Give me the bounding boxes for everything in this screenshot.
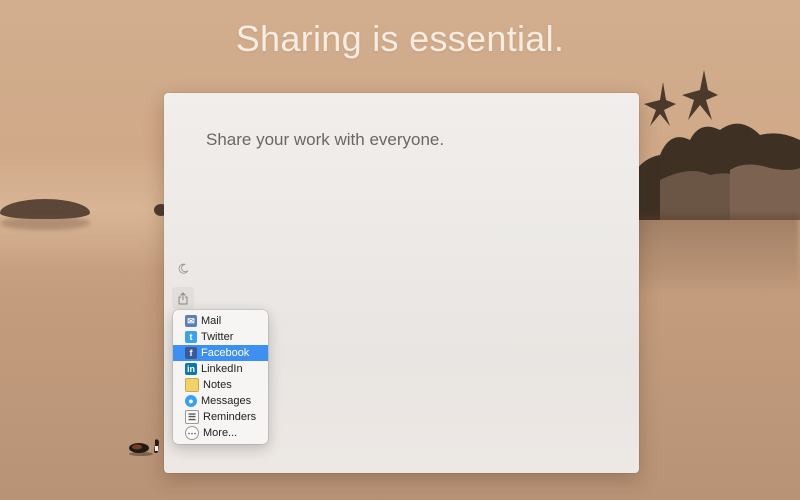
duck: [129, 439, 159, 456]
rock-left-reflection: [0, 216, 90, 230]
messages-icon: ●: [185, 395, 197, 407]
share-menu: ✉ Mail t Twitter f Facebook in LinkedIn Notes ● Me…: [173, 310, 268, 444]
share-menu-item-facebook[interactable]: f Facebook: [173, 345, 268, 361]
share-menu-item-label: Messages: [201, 395, 252, 407]
twitter-icon: t: [185, 331, 197, 343]
reminders-icon: ☰: [185, 410, 199, 424]
headline: Sharing is essential.: [235, 18, 565, 59]
share-menu-item-label: Mail: [201, 315, 222, 327]
linkedin-icon: in: [185, 363, 197, 375]
facebook-icon: f: [185, 347, 197, 359]
notes-icon: [185, 378, 199, 392]
moon-icon[interactable]: [174, 259, 192, 277]
share-menu-item-messages[interactable]: ● Messages: [173, 393, 268, 409]
share-menu-item-notes[interactable]: Notes: [173, 377, 268, 393]
share-menu-item-more[interactable]: ⋯ More...: [173, 425, 268, 441]
share-button[interactable]: [172, 287, 194, 309]
share-menu-item-label: Facebook: [201, 347, 250, 359]
mail-icon: ✉: [185, 315, 197, 327]
share-menu-item-label: Notes: [203, 379, 232, 391]
share-menu-item-label: LinkedIn: [201, 363, 243, 375]
document-text[interactable]: Share your work with everyone.: [206, 130, 444, 150]
share-menu-item-label: Reminders: [203, 411, 257, 423]
share-menu-item-linkedin[interactable]: in LinkedIn: [173, 361, 268, 377]
share-menu-item-reminders[interactable]: ☰ Reminders: [173, 409, 268, 425]
share-menu-item-twitter[interactable]: t Twitter: [173, 329, 268, 345]
share-menu-item-label: More...: [203, 427, 238, 439]
share-icon: [178, 291, 188, 304]
share-menu-item-mail[interactable]: ✉ Mail: [173, 313, 268, 329]
more-icon: ⋯: [185, 426, 199, 440]
share-menu-item-label: Twitter: [201, 331, 234, 343]
